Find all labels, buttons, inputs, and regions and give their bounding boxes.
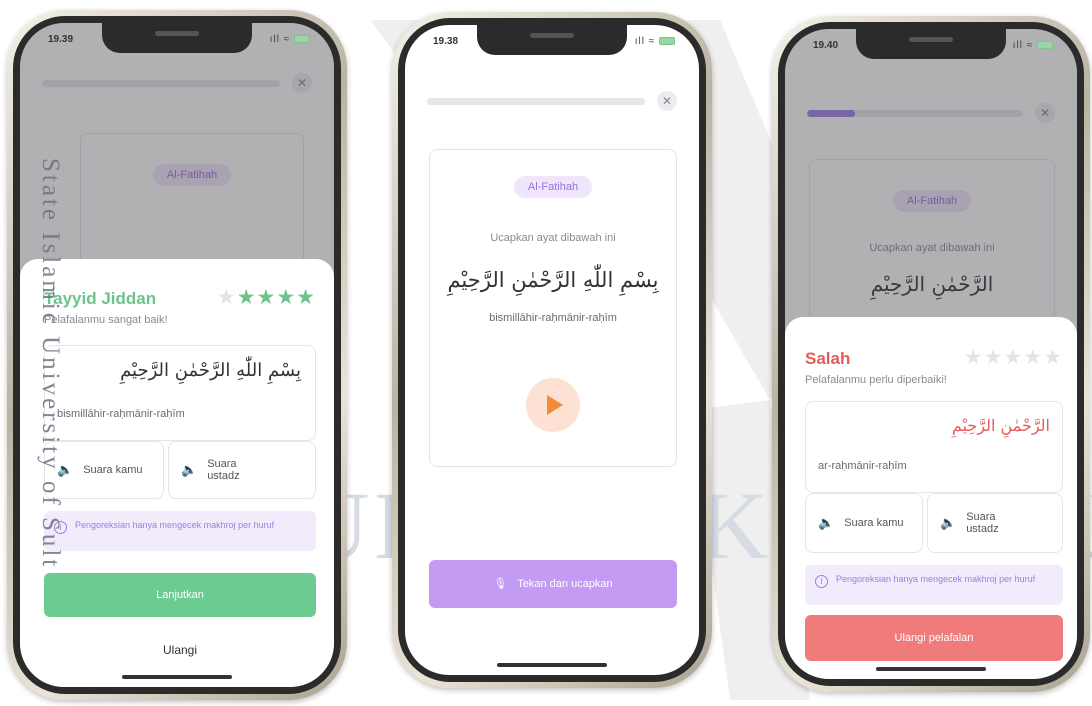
result-title: Salah <box>805 349 851 368</box>
verse-translit: ar-raḥmānir-raḥīm <box>818 460 907 472</box>
top-bar: ✕ <box>427 91 677 111</box>
star-icon: ★ <box>296 286 316 309</box>
status-icons: ıll ≈ <box>270 34 310 45</box>
info-note: i Pengoreksian hanya mengecek makhroj pe… <box>805 565 1063 605</box>
phone-practice: 19.38 ıll ≈ ✕ Al-Fatihah Ucapkan ayat di… <box>392 12 712 688</box>
info-text: Pengoreksian hanya mengecek makhroj per … <box>75 520 275 530</box>
my-voice-label: Suara kamu <box>844 517 904 529</box>
battery-icon <box>659 37 675 46</box>
status-time: 19.40 <box>813 40 839 51</box>
speaker-icon: 🔈 <box>818 515 835 530</box>
my-voice-label: Suara kamu <box>83 464 143 476</box>
result-sheet: Tayyid Jiddan ★★★★★ Pelafalanmu sangat b… <box>20 259 334 687</box>
watermark-vertical-text: State Islamic University of Sult <box>37 158 64 570</box>
ustadz-voice-button[interactable]: 🔈 Suara ustadz <box>168 441 316 499</box>
home-indicator <box>122 675 232 679</box>
info-icon: i <box>815 575 828 588</box>
star-icon: ★ <box>276 286 297 309</box>
verse-arabic: بِسْمِ اللّٰهِ الرَّحْمٰنِ الرَّحِيْمِ <box>120 360 301 381</box>
ustadz-voice-label: Suara ustadz <box>207 458 240 482</box>
star-icon: ★ <box>216 286 237 309</box>
status-bar: 19.40 ıll ≈ <box>785 40 1077 56</box>
verse-arabic: بِسْمِ اللّٰهِ الرَّحْمٰنِ الرَّحِيْمِ <box>447 268 659 292</box>
home-indicator <box>876 667 986 671</box>
verse-arabic: الرَّحْمٰنِ الرَّحِيْمِ <box>951 416 1050 435</box>
star-icon: ★ <box>256 286 277 309</box>
verse-card: Al-Fatihah Ucapkan ayat dibawah ini بِسْ… <box>429 149 677 467</box>
retry-pronunciation-button[interactable]: Ulangi pelafalan <box>805 615 1063 661</box>
status-bar: 19.38 ıll ≈ <box>405 36 699 52</box>
star-icon: ★ <box>963 346 984 369</box>
close-button[interactable]: ✕ <box>657 91 677 111</box>
star-icon: ★ <box>1003 346 1024 369</box>
status-icons: ıll ≈ <box>635 36 675 47</box>
microphone-icon: 🎙 <box>493 578 508 590</box>
info-note: i Pengoreksian hanya mengecek makhroj pe… <box>44 511 316 551</box>
speaker-icon: 🔈 <box>181 462 198 477</box>
home-indicator <box>497 663 607 667</box>
surah-chip: Al-Fatihah <box>513 176 593 198</box>
status-time: 19.38 <box>433 36 459 47</box>
verse-translit: bismillāhir-raḥmānir-raḥīm <box>57 408 185 420</box>
play-button[interactable] <box>526 378 580 432</box>
screen-1: 19.39 ıll ≈ ✕ Al-Fatihah Tayyid Jiddan ★… <box>20 23 334 687</box>
status-time: 19.39 <box>48 34 74 45</box>
continue-button[interactable]: Lanjutkan <box>44 573 316 617</box>
rating-stars: ★★★★★ <box>217 285 316 310</box>
info-text: Pengoreksian hanya mengecek makhroj per … <box>836 574 1036 584</box>
star-icon: ★ <box>1023 346 1044 369</box>
play-icon <box>547 395 563 415</box>
status-bar: 19.39 ıll ≈ <box>20 34 334 50</box>
battery-icon <box>1037 41 1053 50</box>
ustadz-voice-label: Suara ustadz <box>966 511 999 535</box>
instruction-text: Ucapkan ayat dibawah ini <box>490 232 616 244</box>
result-sheet: Salah ★★★★★ Pelafalanmu perlu diperbaiki… <box>785 317 1077 679</box>
phone-result-wrong: 19.40 ıll ≈ ✕ Al-Fatihah Ucapkan ayat di… <box>772 16 1090 692</box>
screen-2: 19.38 ıll ≈ ✕ Al-Fatihah Ucapkan ayat di… <box>405 25 699 675</box>
result-subtitle: Pelafalanmu perlu diperbaiki! <box>805 374 947 386</box>
speaker-icon: 🔈 <box>940 515 957 530</box>
star-icon: ★ <box>1043 346 1063 369</box>
lesson-progress-bar <box>427 98 645 105</box>
my-voice-button[interactable]: 🔈 Suara kamu <box>805 493 923 553</box>
screen-3: 19.40 ıll ≈ ✕ Al-Fatihah Ucapkan ayat di… <box>785 29 1077 679</box>
rating-stars: ★★★★★ <box>964 345 1063 370</box>
retry-button[interactable]: Ulangi <box>44 643 316 657</box>
record-button[interactable]: 🎙 Tekan dan ucapkan <box>429 560 677 608</box>
battery-icon <box>294 35 310 44</box>
verse-translit: bismillāhir-raḥmānir-raḥīm <box>489 312 617 324</box>
ustadz-voice-button[interactable]: 🔈 Suara ustadz <box>927 493 1063 553</box>
status-icons: ıll ≈ <box>1013 40 1053 51</box>
verse-box: الرَّحْمٰنِ الرَّحِيْمِ ar-raḥmānir-raḥī… <box>805 401 1063 493</box>
record-label: Tekan dan ucapkan <box>517 578 613 590</box>
star-icon: ★ <box>983 346 1004 369</box>
star-icon: ★ <box>236 286 257 309</box>
verse-box: بِسْمِ اللّٰهِ الرَّحْمٰنِ الرَّحِيْمِ b… <box>44 345 316 441</box>
